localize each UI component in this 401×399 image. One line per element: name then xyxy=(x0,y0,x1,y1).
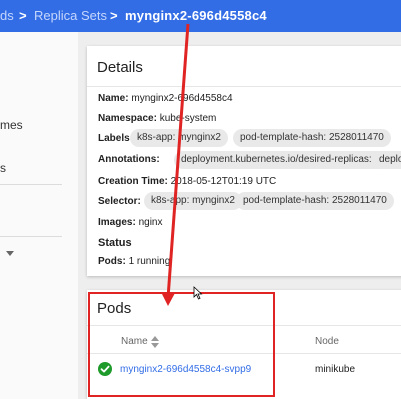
name-label: Name: xyxy=(98,93,129,104)
annotations-row: Annotations: xyxy=(98,154,160,165)
breadcrumb-separator: > xyxy=(19,8,27,23)
breadcrumb-separator: > xyxy=(110,8,118,23)
breadcrumb: ds > Replica Sets > mynginx2-696d4558c4 xyxy=(0,0,401,32)
label-chip: k8s-app: mynginx2 xyxy=(130,129,228,147)
namespace-value: kube-system xyxy=(159,113,217,124)
selector-chip: k8s-app: mynginx2 xyxy=(144,192,242,210)
highlight-box xyxy=(88,292,275,397)
creation-time-value: 2018-05-12T01:19 UTC xyxy=(170,176,277,187)
labels-label: Labels: xyxy=(98,133,134,144)
images-value: nginx xyxy=(138,217,163,228)
pods-label: Pods: xyxy=(98,256,126,267)
sidebar-item[interactable]: mes xyxy=(0,118,23,132)
annotation-chip: deplo xyxy=(372,151,401,169)
breadcrumb-current: mynginx2-696d4558c4 xyxy=(125,8,267,23)
annotations-label: Annotations: xyxy=(98,154,160,165)
images-row: Images: nginx xyxy=(98,217,162,228)
name-value: mynginx2-696d4558c4 xyxy=(131,93,233,104)
divider xyxy=(87,86,401,87)
sidebar-divider xyxy=(0,184,62,185)
label-chip: pod-template-hash: 2528011470 xyxy=(233,129,391,147)
chevron-down-icon[interactable] xyxy=(6,251,14,256)
namespace-label: Namespace: xyxy=(98,113,157,124)
creation-time-row: Creation Time: 2018-05-12T01:19 UTC xyxy=(98,176,276,187)
annotation-chip: deployment.kubernetes.io/desired-replica… xyxy=(174,151,387,169)
sidebar-item[interactable]: s xyxy=(0,161,6,175)
labels-row: Labels: xyxy=(98,133,133,144)
pod-node-value: minikube xyxy=(315,364,356,375)
breadcrumb-previous[interactable]: ds xyxy=(0,8,14,23)
creation-time-label: Creation Time: xyxy=(98,176,168,187)
images-label: Images: xyxy=(98,217,136,228)
pods-value: 1 running xyxy=(128,256,171,267)
pods-status-row: Pods: 1 running xyxy=(98,256,170,267)
details-title: Details xyxy=(97,59,143,76)
cursor-icon xyxy=(193,286,203,300)
selector-chip: pod-template-hash: 2528011470 xyxy=(236,192,394,210)
sidebar-divider xyxy=(0,236,62,237)
selector-label: Selector: xyxy=(98,196,141,207)
name-row: Name: mynginx2-696d4558c4 xyxy=(98,93,233,104)
namespace-row: Namespace: kube-system xyxy=(98,113,216,124)
breadcrumb-replica-sets[interactable]: Replica Sets xyxy=(34,8,107,23)
status-heading: Status xyxy=(98,237,132,249)
selector-row: Selector: xyxy=(98,196,141,207)
sidebar: mes s xyxy=(0,32,78,399)
column-header-node[interactable]: Node xyxy=(315,336,339,347)
